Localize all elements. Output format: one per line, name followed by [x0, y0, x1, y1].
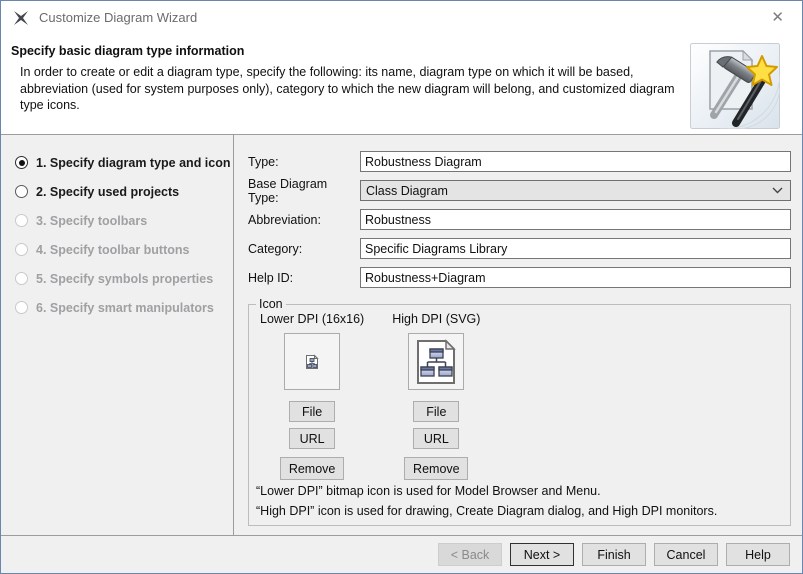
- step-item-6: 6. Specify smart manipulators: [1, 293, 233, 322]
- abbreviation-row: Abbreviation:: [248, 205, 791, 234]
- radio-unselected-icon: [15, 185, 28, 198]
- lower-dpi-file-button[interactable]: File: [289, 401, 335, 422]
- step-item-3: 3. Specify toolbars: [1, 206, 233, 235]
- icon-group: Icon Lower DPI (16x16): [248, 297, 791, 526]
- high-dpi-remove-button[interactable]: Remove: [404, 457, 468, 480]
- base-diagram-type-value: Class Diagram: [366, 184, 448, 198]
- button-bar: < Back Next > Finish Cancel Help: [1, 535, 802, 573]
- wizard-header: Specify basic diagram type information I…: [1, 34, 802, 135]
- icon-columns: Lower DPI (16x16): [255, 311, 784, 480]
- step-item-2[interactable]: 2. Specify used projects: [1, 177, 233, 206]
- base-diagram-type-label: Base Diagram Type:: [248, 177, 360, 205]
- cancel-button[interactable]: Cancel: [654, 543, 718, 566]
- document-hammer-wand-icon: [690, 43, 780, 129]
- next-button[interactable]: Next >: [510, 543, 574, 566]
- help-id-label: Help ID:: [248, 271, 360, 285]
- lower-dpi-header: Lower DPI (16x16): [260, 312, 364, 326]
- help-id-input[interactable]: [360, 267, 791, 288]
- high-dpi-url-button[interactable]: URL: [413, 428, 459, 449]
- step-label: 6. Specify smart manipulators: [36, 301, 214, 315]
- step-item-1[interactable]: 1. Specify diagram type and icon: [1, 148, 233, 177]
- radio-disabled-icon: [15, 272, 28, 285]
- help-id-row: Help ID:: [248, 263, 791, 292]
- step-label: 3. Specify toolbars: [36, 214, 147, 228]
- radio-disabled-icon: [15, 301, 28, 314]
- lower-dpi-note: “Lower DPI” bitmap icon is used for Mode…: [256, 484, 784, 500]
- category-label: Category:: [248, 242, 360, 256]
- diagram-form: Type: Base Diagram Type: Class Diagram A…: [235, 135, 802, 535]
- step-item-5: 5. Specify symbols properties: [1, 264, 233, 293]
- category-row: Category:: [248, 234, 791, 263]
- high-dpi-note: “High DPI” icon is used for drawing, Cre…: [256, 504, 784, 520]
- lower-dpi-url-button[interactable]: URL: [289, 428, 335, 449]
- step-label: 5. Specify symbols properties: [36, 272, 213, 286]
- base-diagram-type-select[interactable]: Class Diagram: [360, 180, 791, 201]
- diagram-document-icon: [414, 339, 458, 385]
- high-dpi-file-button[interactable]: File: [413, 401, 459, 422]
- lower-dpi-preview[interactable]: [284, 333, 340, 390]
- radio-disabled-icon: [15, 243, 28, 256]
- lower-dpi-remove-button[interactable]: Remove: [280, 457, 344, 480]
- step-label: 1. Specify diagram type and icon: [36, 156, 231, 170]
- lower-dpi-column: Lower DPI (16x16): [260, 311, 364, 480]
- window-title: Customize Diagram Wizard: [39, 10, 759, 25]
- radio-disabled-icon: [15, 214, 28, 227]
- type-row: Type:: [248, 147, 791, 176]
- magicdraw-logo-icon: [12, 9, 30, 27]
- step-description: In order to create or edit a diagram typ…: [20, 64, 680, 114]
- high-dpi-column: High DPI (SVG): [392, 311, 480, 480]
- wizard-steps-sidebar: 1. Specify diagram type and icon 2. Spec…: [1, 135, 234, 535]
- abbreviation-label: Abbreviation:: [248, 213, 360, 227]
- abbreviation-input[interactable]: [360, 209, 791, 230]
- chevron-down-icon: [772, 187, 783, 194]
- back-button: < Back: [438, 543, 502, 566]
- customize-diagram-wizard-dialog: Customize Diagram Wizard ✕ Specify basic…: [0, 0, 803, 574]
- step-title: Specify basic diagram type information: [11, 44, 244, 58]
- radio-selected-icon: [15, 156, 28, 169]
- high-dpi-header: High DPI (SVG): [392, 312, 480, 326]
- type-input[interactable]: [360, 151, 791, 172]
- small-diagram-icon: [304, 354, 320, 370]
- finish-button[interactable]: Finish: [582, 543, 646, 566]
- icon-group-legend: Icon: [256, 297, 286, 311]
- title-bar[interactable]: Customize Diagram Wizard ✕: [1, 1, 802, 34]
- step-label: 2. Specify used projects: [36, 185, 179, 199]
- base-diagram-type-row: Base Diagram Type: Class Diagram: [248, 176, 791, 205]
- step-item-4: 4. Specify toolbar buttons: [1, 235, 233, 264]
- category-input[interactable]: [360, 238, 791, 259]
- step-label: 4. Specify toolbar buttons: [36, 243, 190, 257]
- high-dpi-preview[interactable]: [408, 333, 464, 390]
- type-label: Type:: [248, 155, 360, 169]
- help-button[interactable]: Help: [726, 543, 790, 566]
- wizard-content: 1. Specify diagram type and icon 2. Spec…: [1, 135, 802, 535]
- close-icon[interactable]: ✕: [759, 4, 796, 31]
